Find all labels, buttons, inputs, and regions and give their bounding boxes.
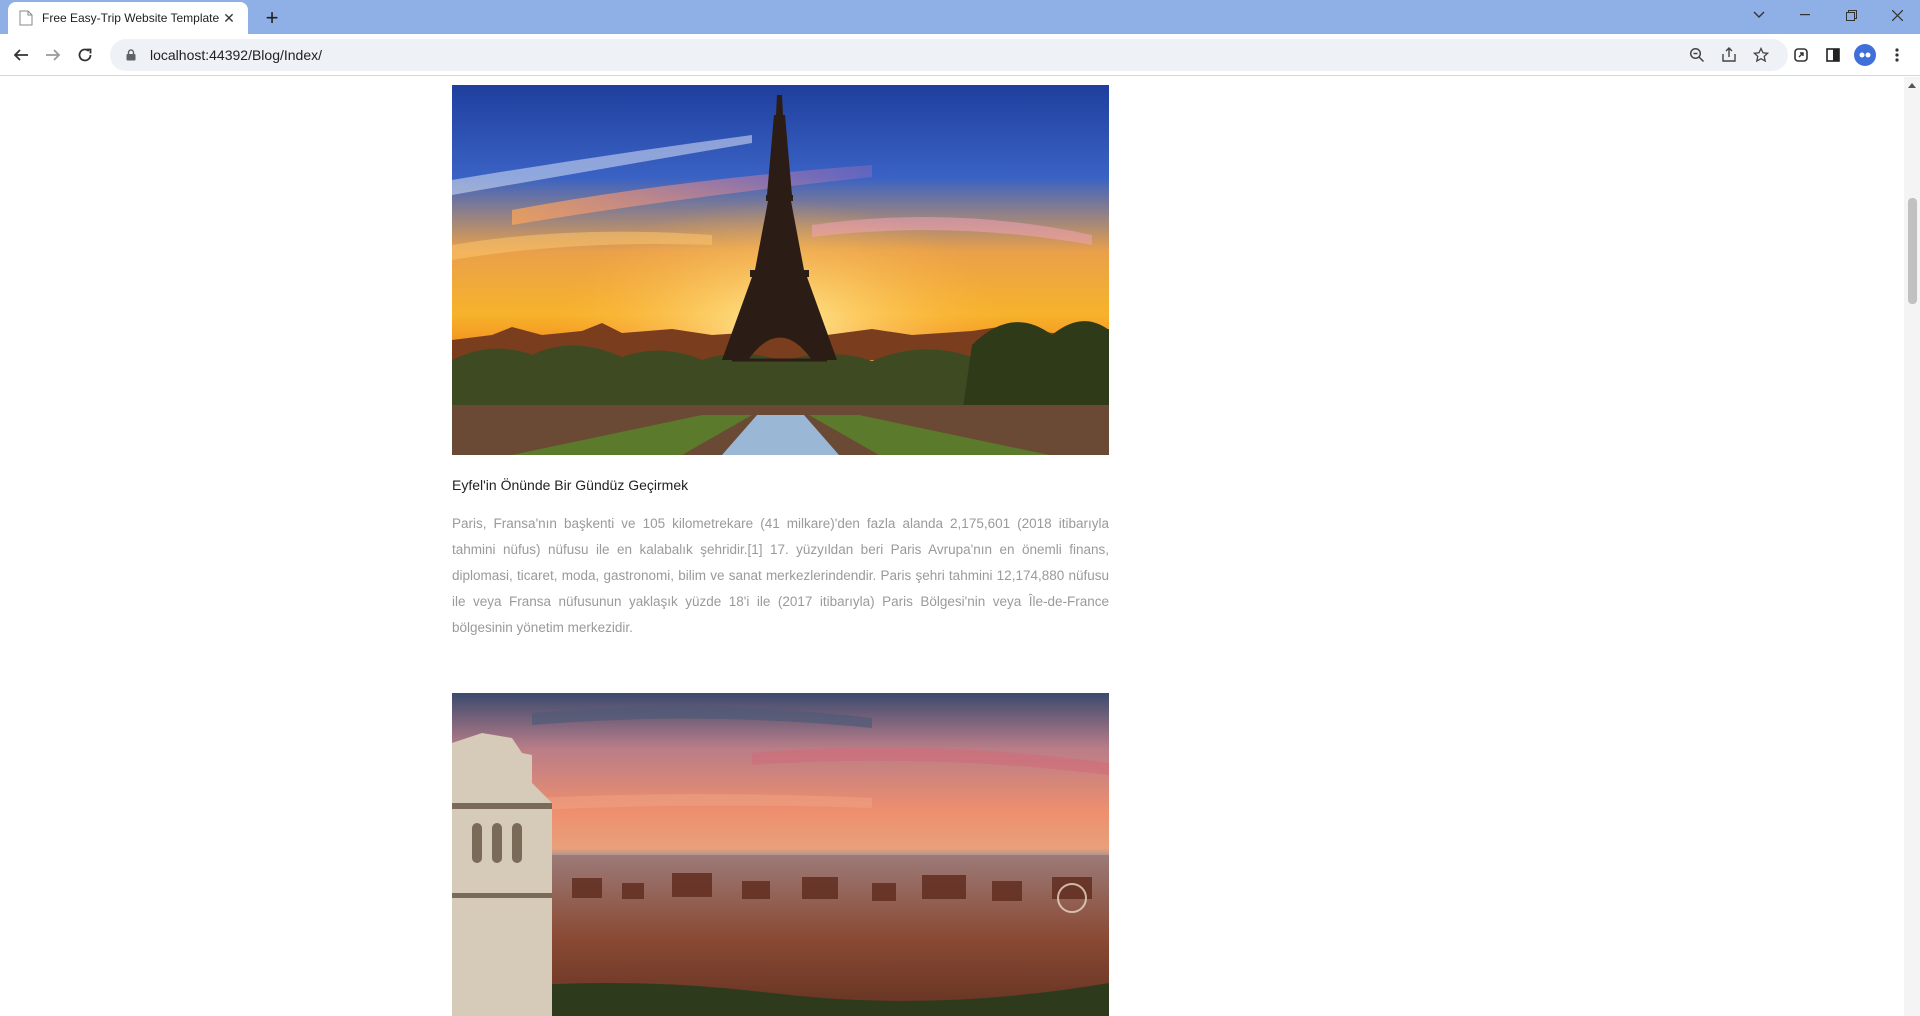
plus-icon[interactable]: + [258, 4, 286, 32]
tab-title: Free Easy-Trip Website Template [42, 11, 220, 25]
blog-post [452, 693, 1109, 1016]
share-icon[interactable] [1714, 40, 1744, 70]
post-title[interactable]: Eyfel'in Önünde Bir Gündüz Geçirmek [452, 475, 1109, 495]
side-panel-icon[interactable] [1818, 40, 1848, 70]
post-text: Paris, Fransa'nın başkenti ve 105 kilome… [452, 516, 1109, 635]
lock-icon[interactable] [124, 48, 138, 62]
address-bar[interactable]: localhost:44392/Blog/Index/ [110, 39, 1788, 71]
star-icon[interactable] [1746, 40, 1776, 70]
zoom-icon[interactable] [1682, 40, 1712, 70]
profile-icon[interactable] [1850, 40, 1880, 70]
menu-icon[interactable] [1882, 40, 1912, 70]
close-window-icon[interactable] [1874, 0, 1920, 30]
browser-toolbar: localhost:44392/Blog/Index/ [0, 34, 1920, 76]
page-viewport: Eyfel'in Önünde Bir Gündüz Geçirmek Pari… [0, 77, 1904, 1016]
blog-post: Eyfel'in Önünde Bir Gündüz Geçirmek Pari… [452, 85, 1109, 641]
tab-strip: Free Easy-Trip Website Template ✕ + [0, 0, 1920, 34]
scroll-up-icon[interactable] [1904, 79, 1920, 91]
extensions-icon[interactable] [1786, 40, 1816, 70]
back-icon[interactable] [6, 40, 36, 70]
avatar[interactable] [1854, 44, 1876, 66]
reload-icon[interactable] [70, 40, 100, 70]
page-scrollbar[interactable] [1904, 77, 1920, 1016]
browser-tab[interactable]: Free Easy-Trip Website Template ✕ [8, 2, 248, 34]
scrollbar-thumb[interactable] [1908, 198, 1917, 304]
restore-icon[interactable] [1828, 0, 1874, 30]
favicon-icon [18, 10, 34, 26]
close-icon[interactable]: ✕ [220, 9, 238, 27]
chevron-down-icon[interactable] [1736, 0, 1782, 30]
minimize-icon[interactable] [1782, 0, 1828, 30]
forward-icon[interactable] [38, 40, 68, 70]
url-text[interactable]: localhost:44392/Blog/Index/ [150, 47, 322, 63]
eiffel-tower-sunset-photo[interactable] [452, 85, 1109, 455]
city-skyline-sunset-photo[interactable] [452, 693, 1109, 1016]
